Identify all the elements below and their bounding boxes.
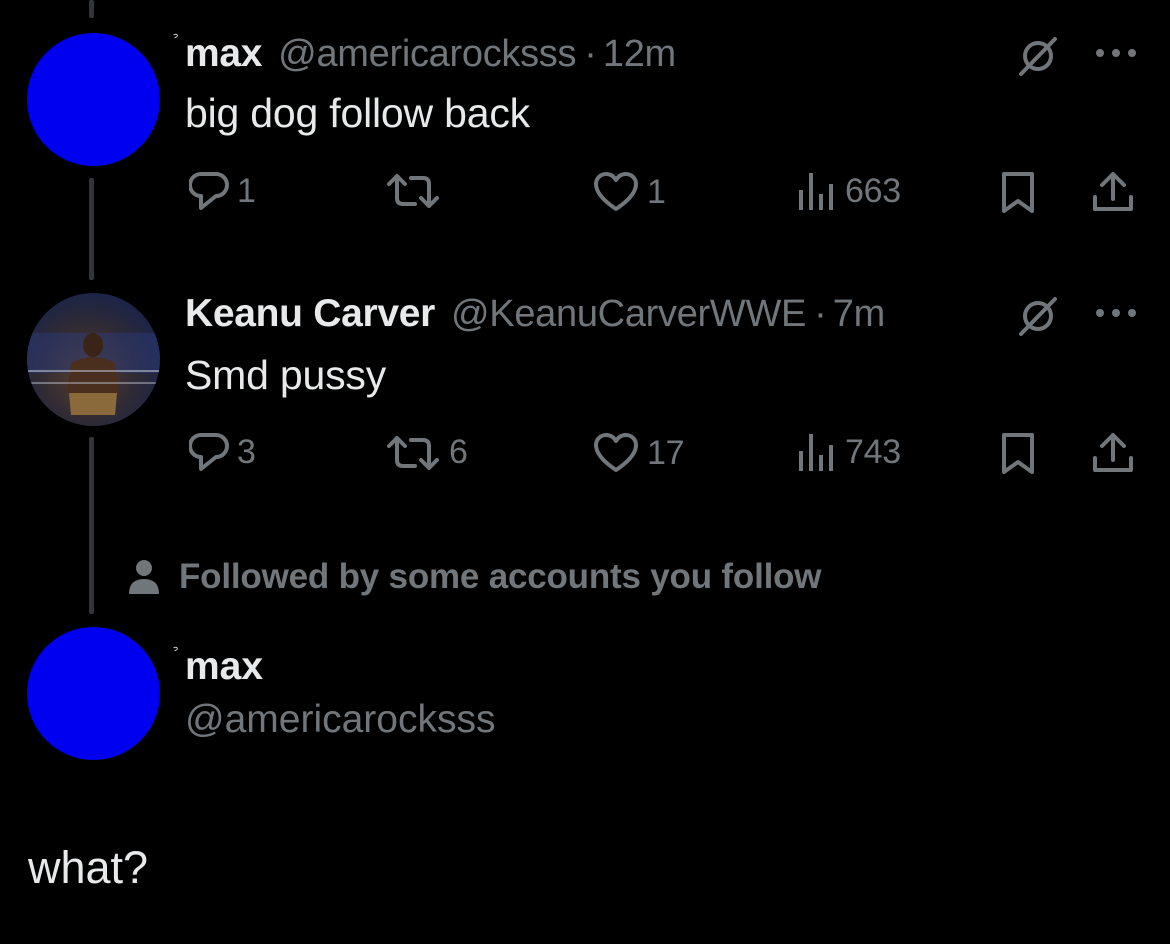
share-icon[interactable]	[1090, 430, 1136, 476]
affiliation-mark: ᐣ	[171, 29, 182, 47]
social-context-text: Followed by some accounts you follow	[179, 557, 822, 596]
timestamp[interactable]: 12m	[603, 33, 676, 76]
reply-count: 1	[237, 171, 256, 210]
separator: ·	[814, 293, 827, 335]
thread-line-1	[89, 178, 94, 280]
like-button[interactable]: 17	[593, 433, 685, 473]
avatar[interactable]	[27, 33, 160, 166]
views-button[interactable]: 663	[797, 170, 901, 212]
timestamp[interactable]: 7m	[833, 293, 886, 336]
repost-icon	[387, 435, 439, 470]
grok-icon[interactable]	[1016, 34, 1060, 78]
views-icon	[799, 434, 833, 471]
affiliation-mark: ᐣ	[171, 642, 182, 660]
avatar[interactable]	[27, 627, 160, 760]
tweet-text: Smd pussy	[185, 352, 386, 398]
display-name[interactable]: Keanu Carver	[185, 292, 435, 336]
grok-icon[interactable]	[1016, 294, 1060, 338]
tweet-text: big dog follow back	[185, 90, 530, 136]
person-icon	[129, 560, 159, 594]
repost-button[interactable]	[385, 172, 449, 210]
views-button[interactable]: 743	[797, 431, 901, 473]
repost-button[interactable]: 6	[385, 433, 468, 472]
user-handle[interactable]: @KeanuCarverWWE	[451, 293, 806, 336]
separator: ·	[584, 33, 597, 75]
social-context: Followed by some accounts you follow	[127, 557, 822, 597]
display-name[interactable]: max	[185, 32, 262, 76]
reply-button[interactable]: 3	[189, 431, 256, 473]
like-icon	[594, 433, 638, 472]
reply-icon	[189, 172, 229, 210]
like-count: 1	[647, 172, 666, 211]
view-count: 743	[845, 432, 901, 471]
repost-icon	[387, 174, 439, 208]
reply-count: 3	[237, 432, 256, 471]
like-icon	[594, 172, 638, 211]
share-icon[interactable]	[1090, 169, 1136, 215]
bookmark-icon[interactable]	[1000, 432, 1036, 476]
thread-line-top	[89, 0, 94, 18]
reply-text: what?	[28, 842, 149, 893]
reply-icon	[189, 433, 229, 471]
like-count: 17	[647, 433, 685, 472]
view-count: 663	[845, 171, 901, 210]
user-handle[interactable]: @americarocksss	[185, 698, 495, 742]
more-icon[interactable]	[1093, 306, 1139, 320]
repost-count: 6	[449, 433, 468, 471]
avatar[interactable]	[27, 293, 160, 426]
thread-line-2	[89, 437, 94, 614]
bookmark-icon[interactable]	[1000, 171, 1036, 215]
display-name[interactable]: max	[185, 645, 263, 689]
more-icon[interactable]	[1093, 46, 1139, 60]
like-button[interactable]: 1	[593, 172, 666, 212]
user-handle[interactable]: @americarocksss	[278, 33, 576, 76]
views-icon	[799, 173, 833, 210]
reply-button[interactable]: 1	[189, 170, 256, 212]
wrestler-photo	[27, 333, 160, 415]
